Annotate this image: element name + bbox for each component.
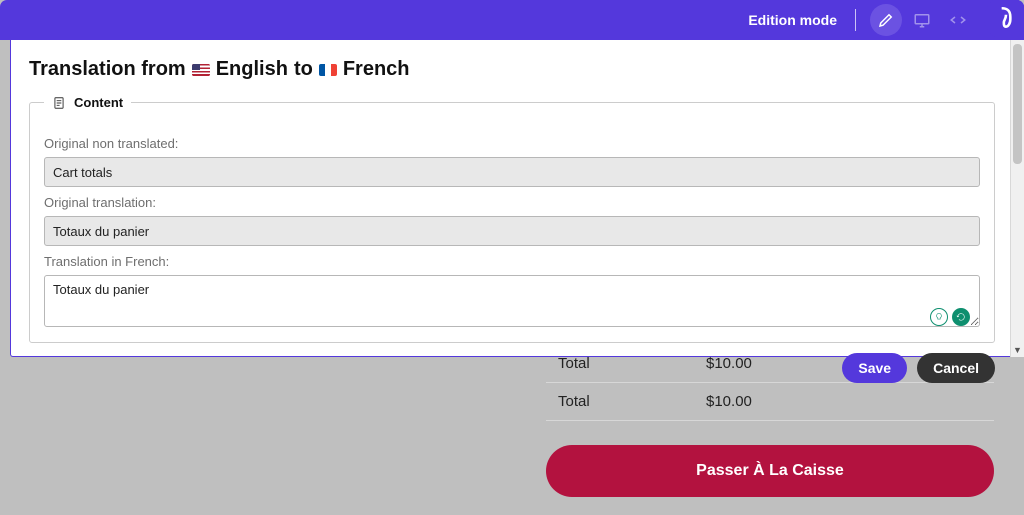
brand-logo-icon[interactable] [984, 0, 1024, 40]
flag-us-icon [192, 64, 210, 76]
edit-icon[interactable] [870, 4, 902, 36]
desktop-preview-icon[interactable] [906, 4, 938, 36]
scrollbar-thumb[interactable] [1013, 44, 1022, 164]
original-non-translated-input [44, 157, 980, 187]
document-icon [52, 96, 66, 110]
cart-row-value: $10.00 [706, 393, 752, 410]
content-legend-label: Content [74, 95, 123, 110]
topbar: Edition mode [0, 0, 1024, 40]
original-translation-input [44, 216, 980, 246]
label-translation-in: Translation in French: [44, 254, 980, 269]
modal-title-prefix: Translation from [29, 58, 186, 81]
modal-lang-from: English [216, 58, 288, 81]
code-icon[interactable] [942, 4, 974, 36]
cart-row: Total $10.00 [546, 383, 994, 421]
revert-icon[interactable] [952, 308, 970, 326]
modal-title-to: to [294, 58, 313, 81]
save-button[interactable]: Save [842, 353, 907, 383]
modal-title: Translation from English to French [29, 58, 995, 81]
suggestion-icon[interactable] [930, 308, 948, 326]
edition-mode-label: Edition mode [748, 12, 837, 28]
translation-modal: Translation from English to French Conte… [10, 40, 1014, 357]
scrollbar-down-arrow-icon[interactable]: ▼ [1011, 343, 1024, 357]
topbar-separator [855, 9, 856, 31]
cancel-button[interactable]: Cancel [917, 353, 995, 383]
modal-lang-to: French [343, 58, 410, 81]
label-original-non-translated: Original non translated: [44, 136, 980, 151]
modal-actions: Save Cancel [29, 353, 995, 383]
translation-textarea[interactable] [44, 275, 980, 327]
modal-scrollbar[interactable]: ▼ [1010, 40, 1024, 357]
checkout-button-label: Passer À La Caisse [696, 462, 844, 480]
checkout-button[interactable]: Passer À La Caisse [546, 445, 994, 497]
content-fieldset: Content Original non translated: Origina… [29, 95, 995, 343]
label-original-translation: Original translation: [44, 195, 980, 210]
content-legend: Content [44, 95, 131, 110]
cart-row-label: Total [546, 393, 706, 410]
flag-fr-icon [319, 64, 337, 76]
